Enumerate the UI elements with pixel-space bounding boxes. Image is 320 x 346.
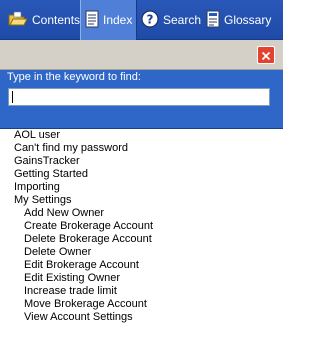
index-list[interactable]: AOL user Can't find my password GainsTra… (0, 129, 283, 346)
index-item-edit-brokerage-account[interactable]: Edit Brokerage Account (24, 259, 139, 272)
svg-text:?: ? (147, 12, 154, 26)
index-item-cant-find-password[interactable]: Can't find my password (14, 142, 128, 155)
index-item-aol-user[interactable]: AOL user (14, 129, 60, 142)
index-item-getting-started[interactable]: Getting Started (14, 168, 88, 181)
index-item-importing[interactable]: Importing (14, 181, 60, 194)
help-window: Contents Index ? Search Glossary Type in… (0, 0, 283, 346)
tab-search[interactable]: ? Search (141, 0, 201, 40)
index-item-move-brokerage-account[interactable]: Move Brokerage Account (24, 298, 147, 311)
tab-contents[interactable]: Contents (8, 0, 80, 40)
pane-header-strip (0, 40, 283, 70)
tab-contents-label: Contents (32, 13, 81, 27)
index-item-delete-brokerage-account[interactable]: Delete Brokerage Account (24, 233, 152, 246)
folder-open-icon (8, 10, 28, 31)
index-book-icon (85, 10, 99, 31)
index-item-my-settings[interactable]: My Settings (14, 194, 71, 207)
index-item-create-brokerage-account[interactable]: Create Brokerage Account (24, 220, 153, 233)
text-caret (12, 91, 13, 103)
index-item-delete-owner[interactable]: Delete Owner (24, 246, 91, 259)
index-item-gainstracker[interactable]: GainsTracker (14, 155, 80, 168)
index-item-edit-existing-owner[interactable]: Edit Existing Owner (24, 272, 120, 285)
index-item-view-account-settings[interactable]: View Account Settings (24, 311, 133, 324)
tab-glossary-label: Glossary (224, 13, 272, 27)
tab-search-label: Search (163, 13, 202, 27)
keyword-label: Type in the keyword to find: (7, 71, 141, 83)
keyword-input[interactable] (8, 88, 270, 106)
close-button[interactable] (257, 46, 275, 64)
tab-index[interactable]: Index (80, 0, 137, 40)
index-item-increase-trade-limit[interactable]: Increase trade limit (24, 285, 117, 298)
search-help-icon: ? (141, 9, 159, 31)
glossary-book-icon (206, 10, 220, 31)
tab-glossary[interactable]: Glossary (206, 0, 271, 40)
index-item-add-new-owner[interactable]: Add New Owner (24, 207, 104, 220)
help-tab-bar: Contents Index ? Search Glossary (0, 0, 283, 40)
close-icon (261, 46, 271, 65)
tab-index-label: Index (103, 13, 133, 27)
